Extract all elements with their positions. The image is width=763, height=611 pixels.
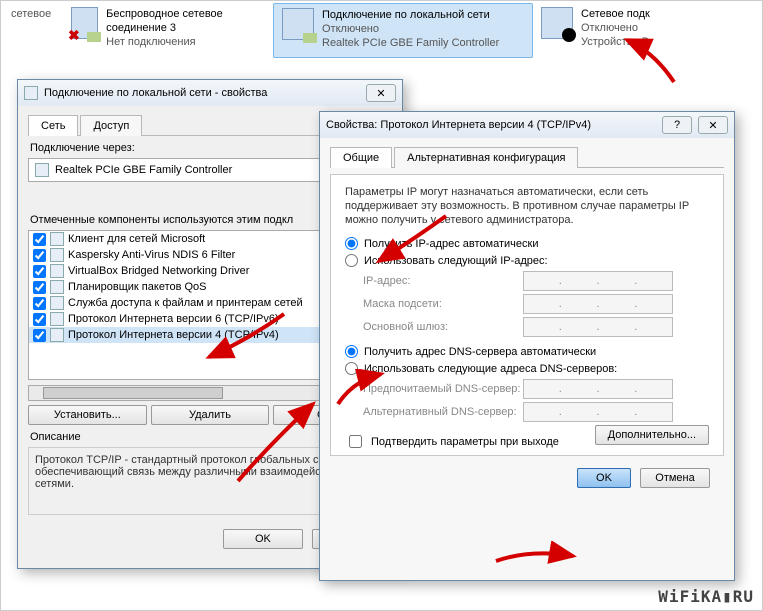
tab-access[interactable]: Доступ	[80, 115, 142, 136]
radio-manual-dns[interactable]: Использовать следующие адреса DNS-сервер…	[345, 362, 709, 375]
lan-icon	[282, 8, 314, 40]
gateway-input[interactable]: ...	[523, 317, 673, 337]
item-label: Служба доступа к файлам и принтерам сете…	[68, 297, 303, 309]
advanced-button[interactable]: Дополнительно...	[595, 425, 709, 445]
adapter-label-fragment: сетевое	[11, 7, 51, 21]
close-button[interactable]: ✕	[698, 116, 728, 134]
item-checkbox[interactable]	[33, 249, 46, 262]
item-checkbox[interactable]	[33, 233, 46, 246]
item-label: Планировщик пакетов QoS	[68, 281, 207, 293]
item-checkbox[interactable]	[33, 265, 46, 278]
adapter-status: Нет подключения	[106, 35, 265, 49]
subnet-mask-label: Маска подсети:	[363, 298, 523, 310]
service-icon	[50, 296, 64, 310]
hint-text: Параметры IP могут назначаться автоматич…	[345, 185, 709, 227]
item-label: VirtualBox Bridged Networking Driver	[68, 265, 249, 277]
radio-manual-ip[interactable]: Использовать следующий IP-адрес:	[345, 254, 709, 267]
ipv4-properties-window: Свойства: Протокол Интернета версии 4 (T…	[319, 111, 735, 581]
item-label: Клиент для сетей Microsoft	[68, 233, 205, 245]
tab-alt-config[interactable]: Альтернативная конфигурация	[394, 147, 578, 168]
filter-icon	[50, 248, 64, 262]
driver-icon	[50, 264, 64, 278]
cancel-button[interactable]: Отмена	[640, 468, 710, 488]
titlebar[interactable]: Подключение по локальной сети - свойства…	[18, 80, 402, 106]
network-adapters-row: сетевое Беспроводное сетевое соединение …	[1, 3, 762, 58]
radio-label: Получить адрес DNS-сервера автоматически	[364, 346, 596, 358]
install-button[interactable]: Установить...	[28, 405, 147, 425]
item-label: Протокол Интернета версии 6 (TCP/IPv6)	[68, 313, 279, 325]
item-checkbox[interactable]	[33, 313, 46, 326]
adapter-lan[interactable]: Подключение по локальной сети Отключено …	[273, 3, 533, 58]
item-label: Kaspersky Anti-Virus NDIS 6 Filter	[68, 249, 235, 261]
subnet-mask-input[interactable]: ...	[523, 294, 673, 314]
close-button[interactable]: ✕	[366, 84, 396, 102]
radio-label: Получить IP-адрес автоматически	[364, 238, 538, 250]
radio-input[interactable]	[345, 254, 358, 267]
adapter-status: Отключено	[581, 21, 650, 35]
adapter-title: Подключение по локальной сети	[322, 8, 499, 22]
ok-button[interactable]: OK	[223, 529, 303, 549]
adapter-name: Realtek PCIe GBE Family Controller	[55, 164, 232, 176]
adapter-wireless[interactable]: Беспроводное сетевое соединение 3 Нет по…	[63, 3, 273, 58]
wifi-disconnected-icon	[71, 7, 98, 39]
adapter-device: Realtek PCIe GBE Family Controller	[322, 36, 499, 50]
adapter-status: Отключено	[322, 22, 499, 36]
watermark: WiFiKA▮RU	[658, 587, 754, 606]
item-checkbox[interactable]	[33, 329, 46, 342]
adapter-title: Сетевое подк	[581, 7, 650, 21]
window-caption: Подключение по локальной сети - свойства	[44, 87, 360, 99]
radio-auto-ip[interactable]: Получить IP-адрес автоматически	[345, 237, 709, 250]
ip-address-input[interactable]: ...	[523, 271, 673, 291]
adapter-bluetooth[interactable]: Сетевое подк Отключено Устройства B	[533, 3, 673, 58]
uninstall-button[interactable]: Удалить	[151, 405, 270, 425]
item-checkbox[interactable]	[33, 297, 46, 310]
tab-general[interactable]: Общие	[330, 147, 392, 168]
radio-input[interactable]	[345, 345, 358, 358]
window-icon	[24, 86, 38, 100]
tab-network[interactable]: Сеть	[28, 115, 78, 136]
alternate-dns-label: Альтернативный DNS-сервер:	[363, 406, 523, 418]
item-label: Протокол Интернета версии 4 (TCP/IPv4)	[68, 329, 279, 341]
radio-input[interactable]	[345, 237, 358, 250]
alternate-dns-input[interactable]: ...	[523, 402, 673, 422]
confirm-label: Подтвердить параметры при выходе	[371, 436, 559, 448]
preferred-dns-label: Предпочитаемый DNS-сервер:	[363, 383, 523, 395]
protocol-icon	[50, 328, 64, 342]
radio-input[interactable]	[345, 362, 358, 375]
tabs: Общие Альтернативная конфигурация	[330, 146, 724, 168]
adapter-title: Беспроводное сетевое соединение 3	[106, 7, 265, 35]
gateway-label: Основной шлюз:	[363, 321, 523, 333]
help-button[interactable]: ?	[662, 116, 692, 134]
preferred-dns-input[interactable]: ...	[523, 379, 673, 399]
qos-icon	[50, 280, 64, 294]
titlebar[interactable]: Свойства: Протокол Интернета версии 4 (T…	[320, 112, 734, 138]
radio-auto-dns[interactable]: Получить адрес DNS-сервера автоматически	[345, 345, 709, 358]
confirm-checkbox[interactable]	[349, 435, 362, 448]
bluetooth-icon	[541, 7, 573, 39]
ip-address-label: IP-адрес:	[363, 275, 523, 287]
adapter-device: Устройства B	[581, 35, 650, 49]
item-checkbox[interactable]	[33, 281, 46, 294]
window-caption: Свойства: Протокол Интернета версии 4 (T…	[326, 119, 656, 131]
client-icon	[50, 232, 64, 246]
protocol-icon	[50, 312, 64, 326]
ok-button[interactable]: OK	[577, 468, 631, 488]
nic-icon	[35, 163, 49, 177]
radio-label: Использовать следующие адреса DNS-сервер…	[364, 363, 617, 375]
adapter-fragment: сетевое	[3, 3, 63, 58]
radio-label: Использовать следующий IP-адрес:	[364, 255, 548, 267]
